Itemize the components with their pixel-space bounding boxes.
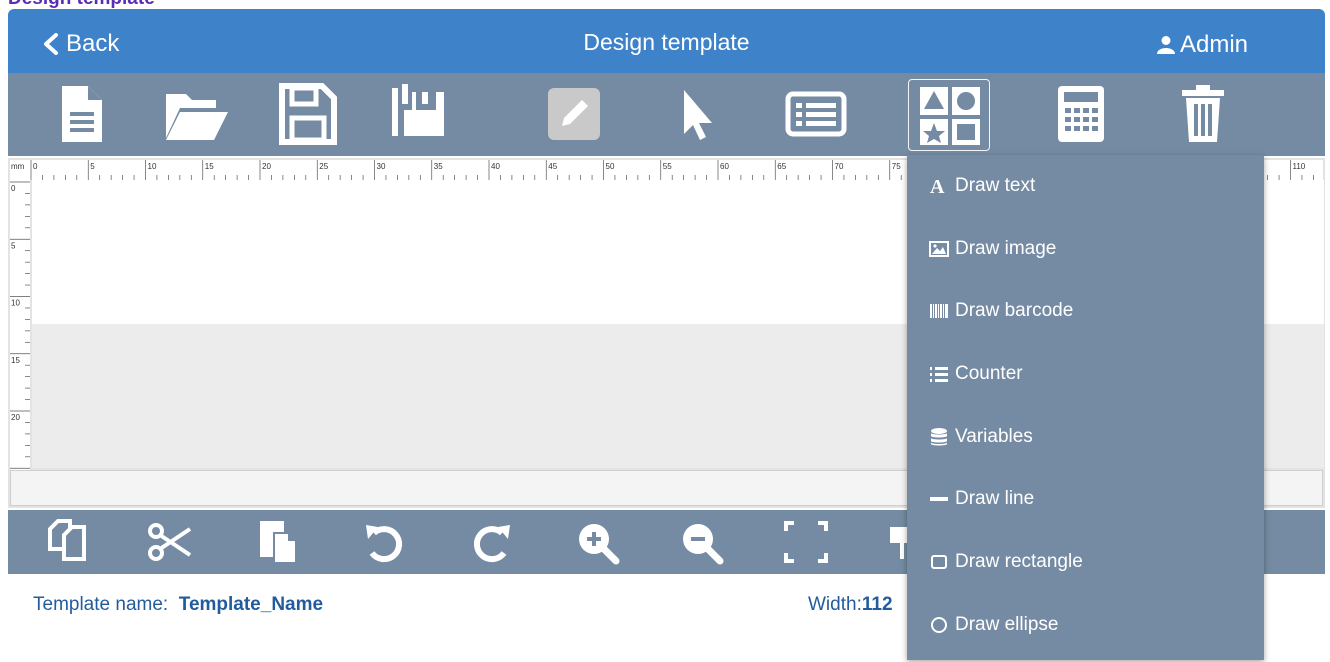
ruler-tick-label: 15 (205, 162, 214, 171)
fit-screen-button[interactable] (780, 518, 832, 566)
numbered-list-icon (930, 367, 948, 382)
width-value: 112 (861, 594, 893, 615)
insert-shapes-button[interactable] (908, 79, 990, 151)
calculator-button[interactable] (1044, 79, 1118, 149)
ruler-tick-label: 0 (33, 162, 38, 171)
menu-item-label: Draw barcode (955, 300, 1074, 321)
menu-item-draw-text[interactable]: A Draw text (929, 166, 1035, 206)
zoom-out-button[interactable] (676, 518, 728, 566)
save-as-icon (392, 84, 444, 136)
pencil-icon (548, 88, 600, 140)
paste-icon (260, 521, 297, 564)
new-file-icon (62, 86, 102, 142)
user-label: Admin (1180, 31, 1249, 58)
ruler-tick-label: 60 (720, 162, 729, 171)
menu-item-label: Counter (955, 363, 1023, 384)
menu-item-label: Draw ellipse (955, 614, 1059, 635)
database-icon (931, 428, 947, 446)
ruler-tick-label: 5 (90, 162, 95, 171)
edit-button[interactable] (536, 79, 610, 149)
delete-button[interactable] (1166, 79, 1240, 149)
copy-button[interactable] (42, 518, 94, 566)
menu-item-draw-ellipse[interactable]: Draw ellipse (929, 605, 1058, 645)
line-icon (930, 497, 948, 501)
redo-button[interactable] (466, 518, 518, 566)
floppy-disk-icon (279, 83, 337, 145)
ruler-tick-label: 0 (11, 184, 16, 193)
zoom-out-icon (683, 524, 724, 565)
width-label: Width: (808, 594, 862, 615)
trash-icon (1182, 85, 1224, 142)
menu-item-draw-rectangle[interactable]: Draw rectangle (929, 542, 1083, 582)
ruler-tick-label: 10 (11, 299, 20, 308)
barcode-icon (930, 304, 948, 318)
ruler-tick-label: 20 (11, 413, 20, 422)
ruler-tick-label: 45 (548, 162, 557, 171)
ruler-tick-label: 75 (892, 162, 901, 171)
menu-item-label: Draw image (955, 238, 1057, 259)
folder-open-icon (166, 94, 228, 140)
ruler-tick-label: 5 (11, 241, 16, 250)
ruler-tick-label: 70 (835, 162, 844, 171)
rectangle-icon (931, 555, 947, 569)
menu-item-label: Draw rectangle (955, 551, 1083, 572)
scissors-icon (148, 523, 192, 561)
shapes-icon (920, 87, 980, 145)
zoom-in-icon (579, 524, 620, 565)
ruler-tick-label: 55 (663, 162, 672, 171)
svg-text:A: A (930, 176, 945, 196)
menu-item-label: Draw line (955, 488, 1035, 509)
ruler-tick-label: 40 (491, 162, 500, 171)
ruler-tick-label: 30 (377, 162, 386, 171)
undo-button[interactable] (358, 518, 410, 566)
open-file-button[interactable] (158, 79, 232, 149)
ruler-tick-label: 15 (11, 356, 20, 365)
menu-item-draw-barcode[interactable]: Draw barcode (929, 291, 1073, 331)
template-name-row: Template name: Template_Name (33, 594, 323, 616)
paste-button[interactable] (252, 518, 304, 566)
menu-item-draw-line[interactable]: Draw line (929, 479, 1034, 519)
save-as-button[interactable] (382, 79, 456, 149)
user-icon (1157, 36, 1175, 54)
menu-item-variables[interactable]: Variables (929, 417, 1033, 457)
mouse-pointer-icon (684, 90, 712, 140)
save-button[interactable] (270, 79, 344, 149)
vertical-ruler: 0510152025 (10, 180, 30, 481)
app-header: Back Design template Admin (8, 9, 1325, 73)
ruler-tick-label: 65 (777, 162, 786, 171)
text-A-icon: A (930, 176, 945, 196)
select-pointer-button[interactable] (656, 79, 730, 149)
list-view-button[interactable] (778, 79, 852, 149)
vertical-ruler-scale: 0510152025 (10, 181, 30, 481)
ruler-unit-label: mm (11, 162, 25, 171)
ruler-tick-label: 50 (606, 162, 615, 171)
template-name-value: Template_Name (178, 594, 324, 615)
new-file-button[interactable] (44, 79, 118, 149)
ellipse-icon (931, 617, 947, 633)
menu-item-draw-image[interactable]: Draw image (929, 229, 1056, 269)
redo-icon (473, 525, 510, 563)
list-icon (785, 91, 847, 137)
calculator-icon (1058, 86, 1104, 142)
undo-icon (366, 525, 403, 563)
ruler-tick-label: 35 (434, 162, 443, 171)
user-menu[interactable]: Admin (1156, 31, 1248, 59)
template-width-row: Width:112 (808, 594, 893, 616)
ruler-tick-label: 10 (148, 162, 157, 171)
menu-item-counter[interactable]: Counter (929, 354, 1023, 394)
template-name-label: Template name: (33, 594, 169, 615)
expand-icon (784, 521, 828, 563)
page-title: Design template (583, 29, 750, 55)
menu-item-label: Draw text (955, 175, 1036, 196)
insert-element-menu: A Draw text Draw image Draw barcode Coun… (907, 155, 1264, 660)
main-toolbar (8, 73, 1325, 156)
zoom-in-button[interactable] (572, 518, 624, 566)
menu-item-label: Variables (955, 426, 1033, 447)
ruler-tick-label: 110 (1293, 162, 1306, 171)
copy-icon (48, 519, 86, 561)
ruler-tick-label: 25 (319, 162, 328, 171)
cut-button[interactable] (144, 518, 196, 566)
ruler-tick-label: 20 (262, 162, 271, 171)
image-icon (929, 241, 949, 257)
